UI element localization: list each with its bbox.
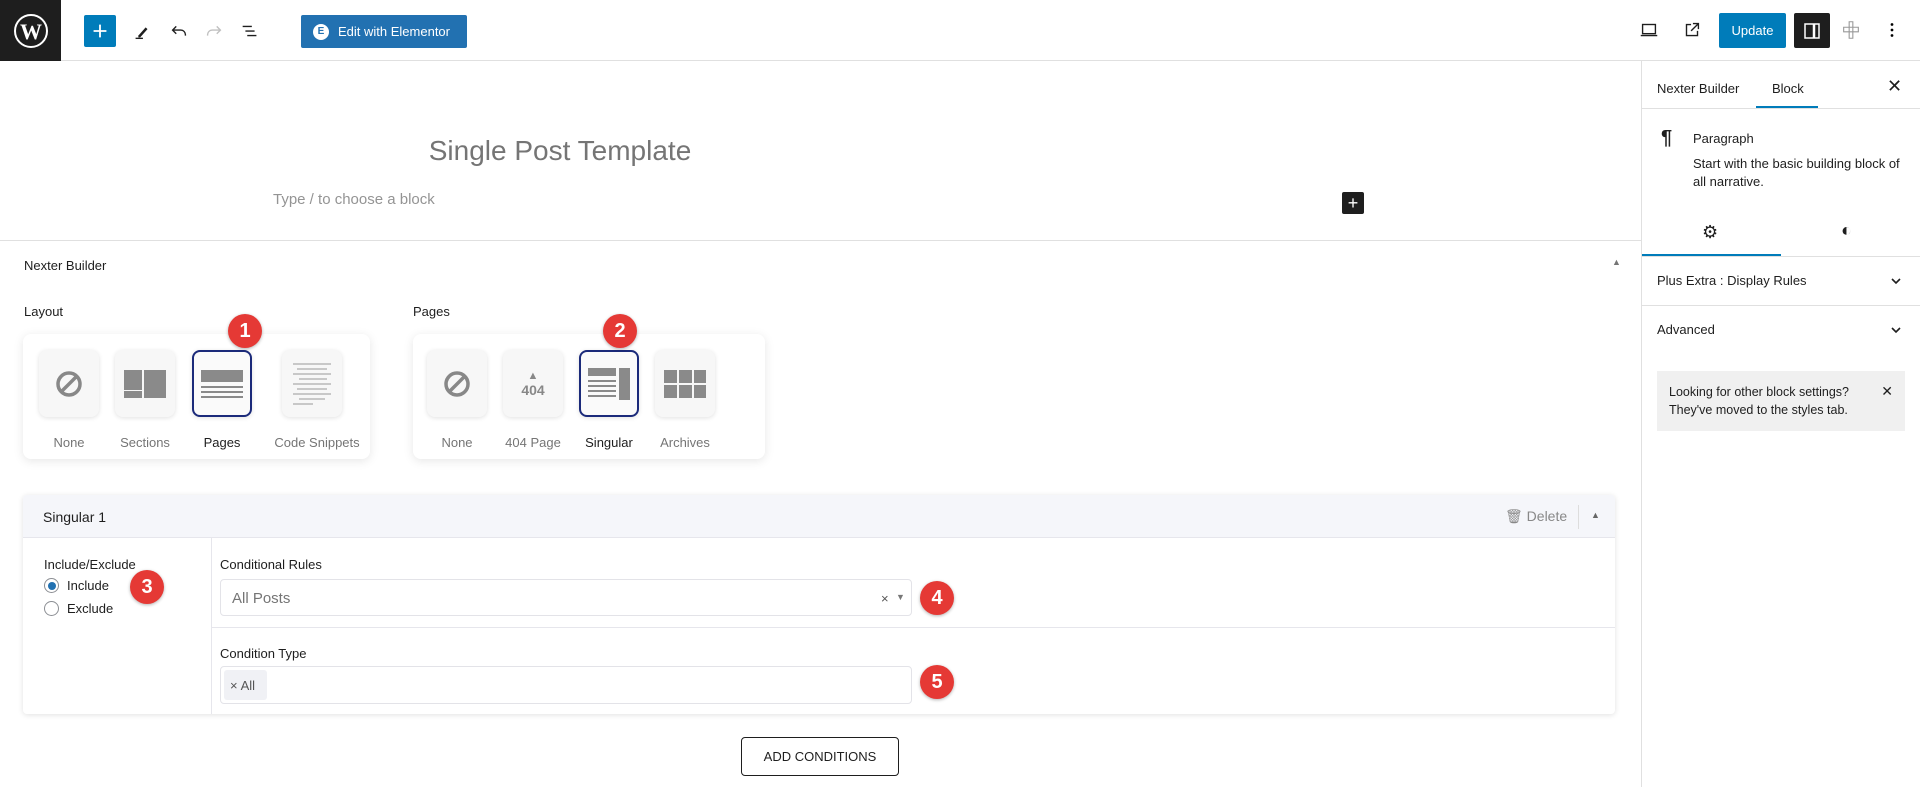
inserter-plus-button[interactable]: + [1342,192,1364,214]
add-conditions-button[interactable]: ADD CONDITIONS [741,737,899,776]
notice-text: Looking for other block settings? They'v… [1669,385,1849,417]
column-divider [211,538,212,714]
step-badge: 5 [920,665,954,699]
layout-pages-tile[interactable] [192,350,252,417]
exclude-radio[interactable]: Exclude [44,601,113,616]
tile-label: Pages [203,435,241,450]
include-exclude-label: Include/Exclude [44,557,136,572]
radio-checked[interactable] [44,578,59,593]
redo-icon[interactable] [198,15,230,47]
layout-label: Layout [24,304,64,319]
settings-sidebar-toggle[interactable] [1794,13,1830,48]
sections-icon [124,369,166,398]
step-badge: 3 [130,570,164,604]
delete-label: Delete [1526,508,1568,524]
pen-icon[interactable] [126,15,158,47]
condition-type-label: Condition Type [220,646,307,661]
layout-code-snippets-tile[interactable] [282,350,342,417]
ban-icon [56,370,82,397]
clear-icon[interactable]: × [881,591,889,606]
tag-label: All [240,677,256,693]
layout-sections-tile[interactable] [115,350,175,417]
ban-icon [444,370,470,397]
block-name: Paragraph [1693,131,1754,146]
condition-type-input[interactable]: × All [220,666,912,704]
select-value: All Posts [232,590,291,607]
remove-tag-icon[interactable]: × [230,678,238,693]
close-icon[interactable]: ✕ [1887,76,1902,97]
elementor-icon: E [313,23,329,40]
include-label: Include [67,578,109,593]
conditional-rules-select[interactable]: All Posts × ▼ [220,579,912,616]
collapse-triangle-icon[interactable]: ▲ [1612,257,1621,267]
panel-display-rules[interactable]: Plus Extra : Display Rules [1642,257,1920,305]
dropdown-arrow-icon[interactable]: ▼ [896,592,905,602]
row-divider [212,627,1615,628]
settings-gear-icon[interactable]: ⚙ [1702,222,1718,243]
undo-icon[interactable] [163,15,195,47]
group-header[interactable]: Singular 1 🗑 Delete ▲ [23,495,1615,538]
paragraph-icon: ¶ [1661,127,1673,149]
step-badge: 4 [920,581,954,615]
code-icon [293,363,331,404]
block-description: Start with the basic building block of a… [1693,156,1900,189]
step-badge: 2 [603,314,637,348]
block-placeholder[interactable]: Type / to choose a block [273,191,435,208]
exclude-label: Exclude [67,601,114,616]
panel-advanced[interactable]: Advanced [1642,306,1920,354]
group-title: Singular 1 [43,509,107,525]
tile-label: Archives [660,435,710,450]
collapse-triangle-icon[interactable]: ▲ [1591,510,1600,520]
panel-title: Advanced [1657,322,1715,337]
tab-nexter-builder[interactable]: Nexter Builder [1657,81,1739,96]
page-title[interactable]: Single Post Template [0,135,1120,167]
elementor-label: Edit with Elementor [338,24,450,39]
pages-options: ▲ 404 None 404 Page Singular Archives [413,334,765,459]
kebab-icon[interactable] [1876,14,1908,46]
pages-404-tile[interactable]: ▲ 404 [503,350,563,417]
panel-title: Plus Extra : Display Rules [1657,273,1807,288]
top-toolbar: W E Edit with Elementor Update [0,0,1920,61]
add-block-button[interactable] [84,15,116,47]
divider [1578,505,1579,529]
settings-sidebar: Nexter Builder Block ✕ ¶ Paragraph Start… [1641,61,1920,787]
styles-moved-notice: Looking for other block settings? They'v… [1657,371,1905,431]
nexter-builder-panel-header[interactable]: Nexter Builder ▲ [0,240,1641,286]
delete-button[interactable]: 🗑 Delete [1505,508,1567,525]
dismiss-icon[interactable]: ✕ [1881,382,1893,400]
pages-label: Pages [413,304,450,319]
update-button[interactable]: Update [1719,13,1786,48]
layout-options: None Sections Pages Code Snippets [23,334,370,459]
singular-icon [588,367,630,400]
chevron-down-icon [1891,278,1901,285]
list-view-icon[interactable] [234,15,266,47]
include-radio[interactable]: Include [44,578,109,593]
laptop-icon[interactable] [1633,14,1665,46]
layout-none-tile[interactable] [39,350,99,417]
svg-text:W: W [20,19,42,44]
tile-label: Code Snippets [274,435,360,450]
external-link-icon[interactable] [1676,14,1708,46]
panel-title: Nexter Builder [24,258,107,273]
edit-with-elementor-button[interactable]: E Edit with Elementor [301,15,467,48]
pages-singular-tile[interactable] [579,350,639,417]
chevron-down-icon [1891,327,1901,334]
divider [1642,108,1920,109]
pages-none-tile[interactable] [427,350,487,417]
tab-block[interactable]: Block [1772,81,1804,96]
trash-icon: 🗑 [1505,508,1523,524]
wordpress-logo[interactable]: W [0,0,61,61]
page-icon [201,369,243,398]
archives-icon [664,369,706,398]
conditional-rules-label: Conditional Rules [220,557,322,572]
styles-contrast-icon[interactable]: ◐ [1841,220,1852,241]
tag-chip: × All [224,670,268,700]
plugin-icon[interactable] [1835,14,1867,46]
pages-archives-tile[interactable] [655,350,715,417]
radio-unchecked[interactable] [44,601,59,616]
step-badge: 1 [228,314,262,348]
singular-condition-group: Singular 1 🗑 Delete ▲ Include/Exclude In… [23,495,1615,714]
